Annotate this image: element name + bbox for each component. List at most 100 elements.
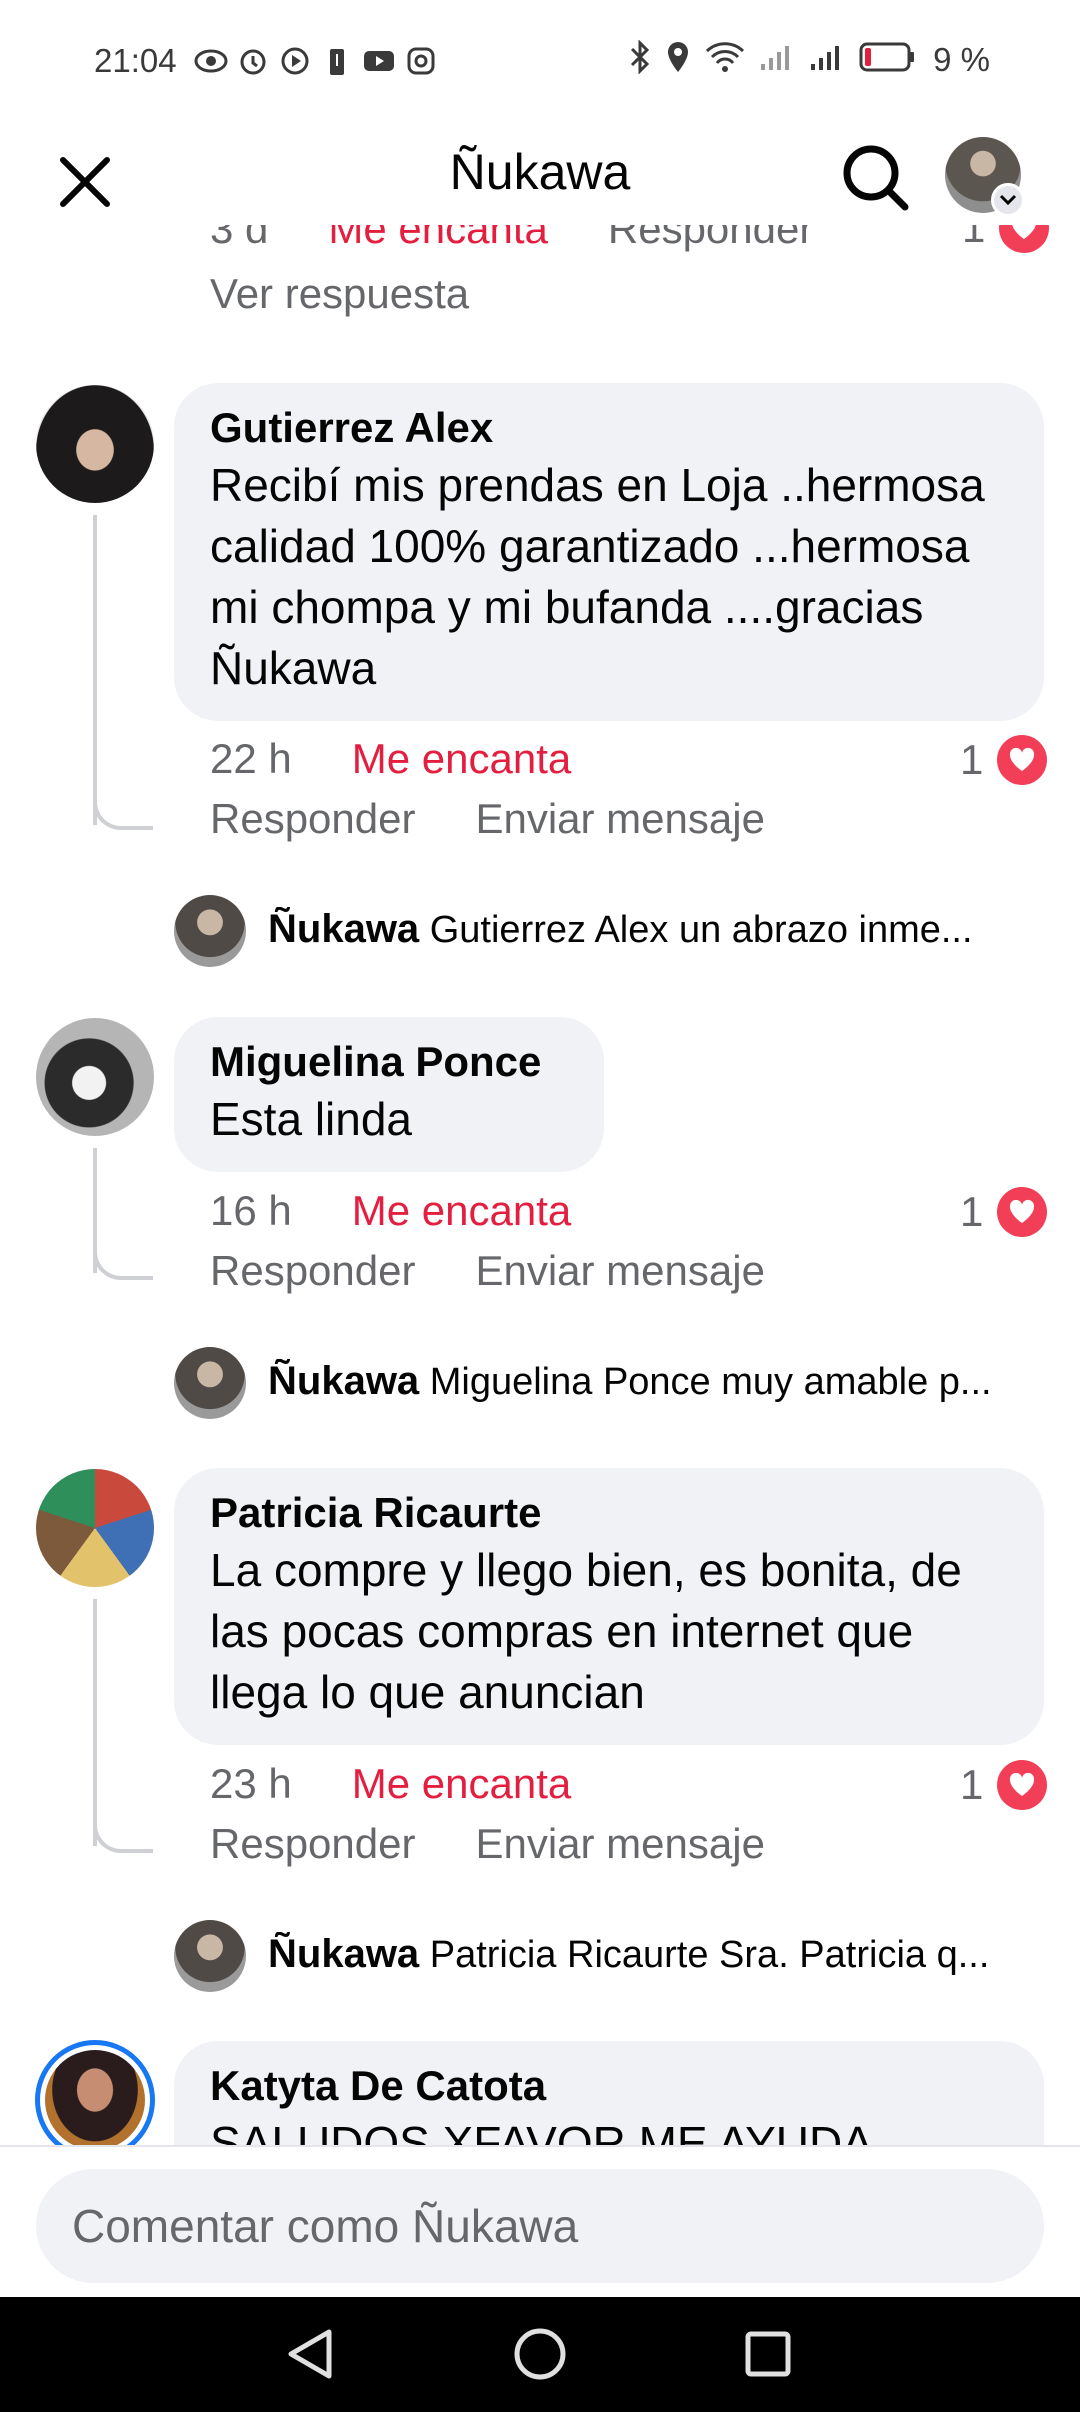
reaction-count-value: 1 (960, 1761, 984, 1808)
heart-icon (999, 225, 1050, 253)
reply-text: Gutierrez Alex un abrazo inme... (429, 909, 973, 951)
comment-time: 22 h (210, 735, 292, 782)
profile-switcher-avatar[interactable] (945, 137, 1025, 217)
comment-time: 3 d (210, 225, 269, 252)
love-reaction-link[interactable]: Me encanta (328, 225, 547, 252)
alarm-icon (236, 44, 270, 78)
thread-line (93, 1599, 97, 1846)
close-button[interactable] (50, 147, 120, 217)
reply-link[interactable]: Responder (608, 225, 813, 252)
heart-icon (997, 1760, 1048, 1810)
comment-bubble[interactable]: Patricia Ricaurte La compre y llego bien… (174, 1468, 1044, 1745)
reply-avatar[interactable] (174, 1920, 246, 1992)
send-message-link[interactable]: Enviar mensaje (475, 1820, 764, 1867)
recents-button[interactable] (723, 2317, 813, 2391)
love-reaction-link[interactable]: Me encanta (352, 1187, 571, 1234)
page-title: Ñukawa (449, 144, 631, 200)
reply-preview[interactable]: Ñukawa Gutierrez Alex un abrazo inme... (268, 907, 1058, 952)
status-time: 21:04 (94, 42, 177, 79)
wifi-icon (705, 41, 745, 78)
view-replies-link[interactable]: Ver respuesta (210, 270, 469, 318)
back-icon (288, 2329, 332, 2379)
comment-actions: 22 h Me encanta (210, 735, 571, 783)
comment-composer (0, 2145, 1080, 2295)
heart-icon (997, 735, 1048, 785)
reply-author: Ñukawa (268, 1932, 420, 1976)
reaction-count[interactable]: 1 (960, 1760, 1048, 1810)
avatar[interactable] (36, 1018, 154, 1136)
status-icons-right: 9 % (629, 39, 990, 79)
reaction-count-value: 1 (962, 225, 986, 251)
comment-text: Recibí mis prendas en Loja ..hermosa cal… (210, 459, 985, 694)
heart-icon (997, 1187, 1048, 1237)
signal-icon-2 (809, 42, 845, 77)
comment-actions-row2: Responder Enviar mensaje (210, 1820, 765, 1868)
comment-author[interactable]: Gutierrez Alex (210, 401, 1008, 455)
reply-link[interactable]: Responder (210, 795, 415, 842)
search-button[interactable] (835, 137, 915, 217)
back-button[interactable] (265, 2317, 355, 2391)
comment-bubble[interactable]: Gutierrez Alex Recibí mis prendas en Loj… (174, 383, 1044, 721)
recents-icon (745, 2331, 791, 2377)
battery-percent: 9 % (933, 40, 990, 78)
comments-list: 3 d Me encanta Responder 1 Ver respuesta G… (0, 225, 1080, 2145)
comment-input[interactable] (36, 2169, 1044, 2283)
battery-alert-icon (320, 44, 354, 78)
close-icon (60, 157, 110, 207)
chevron-down-icon (991, 183, 1025, 217)
comment-text: La compre y llego bien, es bonita, de la… (210, 1544, 962, 1718)
avatar[interactable] (36, 1469, 154, 1587)
thread-connector (93, 790, 153, 830)
play-icon (278, 44, 312, 78)
comment-actions-row2: Responder Enviar mensaje (210, 795, 765, 843)
status-bar: 21:04 9 % (0, 0, 1080, 125)
reaction-count[interactable]: 1 (960, 735, 1048, 785)
status-icons-left (194, 44, 438, 78)
location-icon (665, 40, 691, 79)
comment-actions: 23 h Me encanta (210, 1760, 571, 1808)
love-reaction-link[interactable]: Me encanta (352, 735, 571, 782)
signal-icon (759, 42, 795, 77)
reaction-count-value: 1 (960, 736, 984, 783)
reply-author: Ñukawa (268, 1359, 420, 1403)
avatar[interactable] (36, 385, 154, 503)
previous-comment-meta: 3 d Me encanta Responder (210, 225, 813, 253)
reaction-count[interactable]: 1 (960, 1187, 1048, 1237)
thread-connector (93, 1813, 153, 1853)
reply-preview[interactable]: Ñukawa Patricia Ricaurte Sra. Patricia q… (268, 1932, 1058, 1977)
home-button[interactable] (495, 2317, 585, 2391)
comment-bubble[interactable]: Katyta De Catota SALUDOS XFAVOR ME AYUDA (174, 2041, 1044, 2145)
header-bar: Ñukawa (0, 125, 1080, 225)
instagram-icon (404, 44, 438, 78)
reply-text: Miguelina Ponce muy amable p... (429, 1361, 992, 1403)
comment-actions-row2: Responder Enviar mensaje (210, 1247, 765, 1295)
avatar (45, 2050, 145, 2145)
search-icon (843, 145, 909, 211)
comment-time: 16 h (210, 1187, 292, 1234)
reaction-count: 1 (962, 225, 1050, 253)
comment-author[interactable]: Katyta De Catota (210, 2059, 1008, 2113)
youtube-icon (362, 44, 396, 78)
thread-line (93, 515, 97, 825)
send-message-link[interactable]: Enviar mensaje (475, 1247, 764, 1294)
comment-text: SALUDOS XFAVOR ME AYUDA (210, 2117, 873, 2145)
reply-link[interactable]: Responder (210, 1820, 415, 1867)
avatar-story-ring[interactable] (35, 2040, 155, 2145)
eye-icon (194, 44, 228, 78)
comment-author[interactable]: Miguelina Ponce (210, 1035, 568, 1089)
comment-text: Esta linda (210, 1093, 413, 1145)
battery-icon (859, 41, 915, 78)
reply-avatar[interactable] (174, 895, 246, 967)
comment-actions: 16 h Me encanta (210, 1187, 571, 1235)
comment-time: 23 h (210, 1760, 292, 1807)
bluetooth-icon (629, 39, 651, 79)
reply-preview[interactable]: Ñukawa Miguelina Ponce muy amable p... (268, 1359, 1058, 1404)
comment-bubble[interactable]: Miguelina Ponce Esta linda (174, 1017, 604, 1172)
reply-text: Patricia Ricaurte Sra. Patricia q... (429, 1934, 990, 1976)
love-reaction-link[interactable]: Me encanta (352, 1760, 571, 1807)
send-message-link[interactable]: Enviar mensaje (475, 795, 764, 842)
reply-author: Ñukawa (268, 907, 420, 951)
comment-author[interactable]: Patricia Ricaurte (210, 1486, 1008, 1540)
reply-link[interactable]: Responder (210, 1247, 415, 1294)
reply-avatar[interactable] (174, 1347, 246, 1419)
